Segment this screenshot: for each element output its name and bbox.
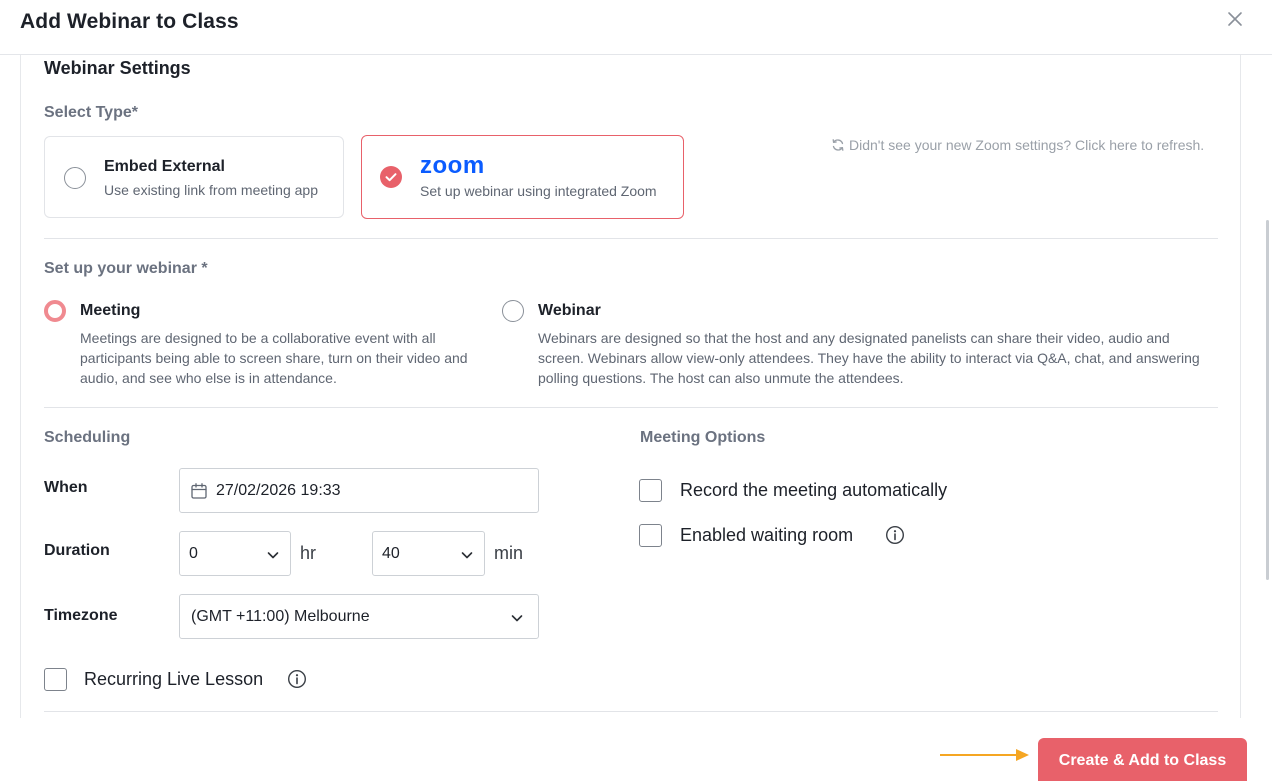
embed-external-title: Embed External (104, 158, 225, 175)
zoom-radio-checked[interactable] (380, 166, 402, 188)
waiting-room-checkbox[interactable] (639, 524, 662, 547)
create-add-to-class-button[interactable]: Create & Add to Class (1038, 738, 1247, 781)
webinar-desc-line: polling questions. The host can also unm… (538, 370, 904, 386)
meeting-desc-line: Meetings are designed to be a collaborat… (80, 330, 436, 346)
embed-external-radio[interactable] (64, 167, 86, 189)
refresh-text: Didn't see your new Zoom settings? Click… (849, 137, 1205, 153)
duration-hours-value: 0 (189, 545, 198, 562)
divider (44, 238, 1218, 239)
webinar-settings-title: Webinar Settings (44, 58, 191, 78)
minutes-unit: min (494, 543, 524, 563)
zoom-logo: zoom (420, 152, 485, 179)
select-type-label: Select Type* (44, 104, 138, 121)
duration-label: Duration (44, 542, 110, 559)
close-icon (1228, 12, 1242, 26)
modal-title: Add Webinar to Class (20, 10, 239, 33)
calendar-icon (191, 483, 207, 499)
chevron-down-icon (267, 552, 279, 559)
check-icon (385, 173, 397, 182)
scrollbar[interactable] (1266, 220, 1269, 580)
modal-content: Webinar Settings Select Type* Embed Exte… (20, 55, 1241, 718)
recurring-live-lesson-label[interactable]: Recurring Live Lesson (84, 669, 263, 690)
divider (44, 711, 1218, 712)
type-card-zoom[interactable]: zoom Set up webinar using integrated Zoo… (361, 135, 684, 219)
timezone-select[interactable]: (GMT +11:00) Melbourne (179, 594, 539, 639)
record-meeting-checkbox[interactable] (639, 479, 662, 502)
hours-unit: hr (300, 543, 317, 563)
when-label: When (44, 479, 88, 496)
meeting-options-title: Meeting Options (640, 429, 766, 446)
webinar-desc-line: screen. Webinars allow view-only attende… (538, 350, 1200, 366)
when-value: 27/02/2026 19:33 (216, 482, 341, 499)
webinar-option-description: Webinars are designed so that the host a… (538, 328, 1200, 388)
record-meeting-label[interactable]: Record the meeting automatically (680, 480, 947, 501)
info-icon[interactable] (885, 525, 905, 545)
recurring-live-lesson-checkbox[interactable] (44, 668, 67, 691)
meeting-option-title[interactable]: Meeting (80, 302, 140, 320)
scheduling-title: Scheduling (44, 429, 131, 446)
webinar-option-title[interactable]: Webinar (538, 302, 601, 320)
modal-footer: Create & Add to Class (0, 718, 1272, 781)
timezone-value: (GMT +11:00) Melbourne (191, 608, 370, 625)
chevron-down-icon (461, 552, 473, 559)
timezone-label: Timezone (44, 607, 118, 624)
close-button[interactable] (1224, 8, 1248, 32)
info-icon[interactable] (287, 669, 307, 689)
meeting-desc-line: participants being able to screen share,… (80, 350, 468, 366)
type-card-embed-external[interactable]: Embed External Use existing link from me… (44, 136, 344, 218)
webinar-desc-line: Webinars are designed so that the host a… (538, 330, 1170, 346)
waiting-room-label[interactable]: Enabled waiting room (680, 525, 853, 546)
webinar-radio[interactable] (502, 300, 524, 322)
zoom-description: Set up webinar using integrated Zoom (420, 183, 657, 199)
when-datetime-input[interactable]: 27/02/2026 19:33 (179, 468, 539, 513)
meeting-option-description: Meetings are designed to be a collaborat… (80, 328, 468, 388)
meeting-radio-selected[interactable] (44, 300, 66, 322)
refresh-zoom-settings-link[interactable]: Didn't see your new Zoom settings? Click… (831, 137, 1204, 153)
duration-minutes-value: 40 (382, 545, 400, 562)
divider (44, 407, 1218, 408)
duration-minutes-select[interactable]: 40 (372, 531, 485, 576)
arrow-right-icon (940, 749, 1029, 761)
setup-webinar-label: Set up your webinar * (44, 260, 208, 277)
modal-header: Add Webinar to Class (0, 0, 1272, 55)
refresh-icon (832, 139, 844, 151)
meeting-desc-line: audio, and see who else is in attendance… (80, 370, 337, 386)
chevron-down-icon (511, 615, 523, 622)
duration-hours-select[interactable]: 0 (179, 531, 291, 576)
embed-external-description: Use existing link from meeting app (104, 182, 318, 198)
